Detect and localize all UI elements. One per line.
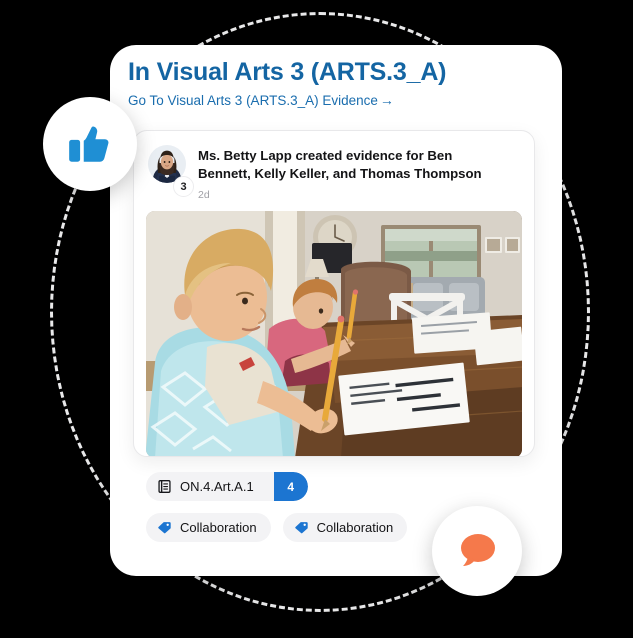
standard-chip[interactable]: ON.4.Art.A.1 4 (146, 472, 308, 501)
tag-chip-1[interactable]: Collaboration (146, 513, 271, 542)
go-to-evidence-link[interactable]: Go To Visual Arts 3 (ARTS.3_A) Evidence … (128, 93, 394, 108)
book-icon (157, 479, 172, 494)
tag-icon (157, 520, 172, 535)
standard-chip-row: ON.4.Art.A.1 4 (146, 472, 536, 501)
tag-icon (294, 520, 309, 535)
promo-stage: In Visual Arts 3 (ARTS.3_A) Go To Visual… (0, 0, 633, 638)
avatar-count-badge: 3 (173, 176, 194, 197)
tag-chip-2-label: Collaboration (316, 520, 394, 535)
post-meta: Ms. Betty Lapp created evidence for Ben … (198, 145, 498, 201)
evidence-photo[interactable] (146, 211, 522, 456)
avatar-group[interactable]: 3 (148, 145, 194, 197)
post-timestamp: 2d (198, 189, 210, 202)
chat-bubble-icon (454, 528, 500, 574)
card-header: In Visual Arts 3 (ARTS.3_A) Go To Visual… (128, 58, 548, 110)
standard-chip-count: 4 (273, 472, 308, 501)
tag-chip-2[interactable]: Collaboration (282, 513, 408, 542)
thumbs-up-icon (65, 119, 115, 169)
go-to-evidence-link-label: Go To Visual Arts 3 (ARTS.3_A) Evidence (128, 92, 378, 108)
comment-floating-button[interactable] (432, 506, 522, 596)
like-floating-button[interactable] (43, 97, 137, 191)
evidence-post-card[interactable]: 3 Ms. Betty Lapp created evidence for Be… (133, 130, 535, 457)
standard-chip-label: ON.4.Art.A.1 (180, 479, 254, 494)
post-header: 3 Ms. Betty Lapp created evidence for Be… (134, 131, 534, 201)
tag-chip-1-label: Collaboration (180, 520, 257, 535)
page-title: In Visual Arts 3 (ARTS.3_A) (128, 58, 447, 86)
arrow-right-icon: → (379, 92, 394, 109)
post-description: Ms. Betty Lapp created evidence for Ben … (198, 148, 482, 182)
